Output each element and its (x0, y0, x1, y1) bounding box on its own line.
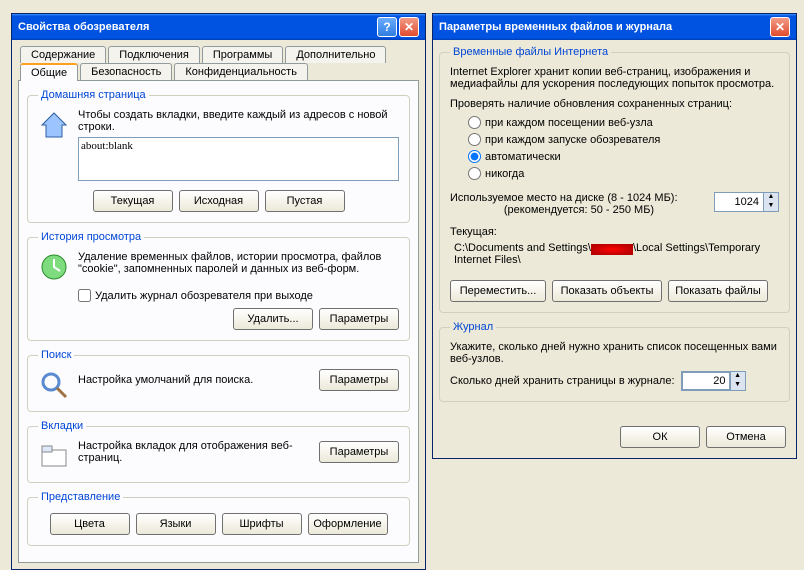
search-settings-button[interactable]: Параметры (319, 369, 399, 391)
days-spinner[interactable]: ▲▼ (681, 371, 746, 391)
radio-automatic-label: автоматически (485, 151, 561, 163)
days-input[interactable] (682, 372, 730, 390)
tabs-desc: Настройка вкладок для отображения веб-ст… (78, 440, 319, 464)
disk-space-input[interactable] (715, 193, 763, 211)
spin-up-icon[interactable]: ▲ (763, 193, 778, 202)
tabs-settings-button[interactable]: Параметры (319, 441, 399, 463)
history-desc: Удаление временных файлов, истории просм… (78, 251, 399, 275)
tab-content[interactable]: Содержание (20, 46, 106, 63)
use-default-button[interactable]: Исходная (179, 190, 259, 212)
search-group: Поиск Настройка умолчаний для поиска. Па… (27, 349, 410, 412)
view-objects-button[interactable]: Показать объекты (552, 280, 662, 302)
tab-general[interactable]: Общие (20, 63, 78, 81)
tabs-group: Вкладки Настройка вкладок для отображени… (27, 420, 410, 483)
spin-down-icon[interactable]: ▼ (763, 202, 778, 211)
tabs-icon (38, 440, 70, 472)
homepage-legend: Домашняя страница (38, 89, 149, 101)
temp-internet-files-group: Временные файлы Интернета Internet Explo… (439, 46, 790, 313)
homepage-desc: Чтобы создать вкладки, введите каждый из… (78, 109, 399, 133)
homepage-group: Домашняя страница Чтобы создать вкладки,… (27, 89, 410, 223)
days-label: Сколько дней хранить страницы в журнале: (450, 375, 675, 387)
temp-files-settings-dialog: Параметры временных файлов и журнала ✕ В… (432, 13, 797, 459)
cancel-button[interactable]: Отмена (706, 426, 786, 448)
history-icon (38, 251, 70, 283)
spin-up-icon[interactable]: ▲ (730, 372, 745, 381)
history-group: История просмотра Удаление временных фай… (27, 231, 410, 341)
tif-legend: Временные файлы Интернета (450, 46, 611, 58)
radio-every-visit-label: при каждом посещении веб-узла (485, 117, 653, 129)
close-icon[interactable]: ✕ (770, 17, 790, 37)
radio-every-start[interactable] (468, 133, 481, 146)
tab-advanced[interactable]: Дополнительно (285, 46, 386, 63)
radio-never[interactable] (468, 167, 481, 180)
accessibility-button[interactable]: Оформление (308, 513, 388, 535)
ok-button[interactable]: ОК (620, 426, 700, 448)
tab-security[interactable]: Безопасность (80, 63, 172, 81)
titlebar[interactable]: Параметры временных файлов и журнала ✕ (433, 14, 796, 40)
close-icon[interactable]: ✕ (399, 17, 419, 37)
help-icon[interactable]: ? (377, 17, 397, 37)
tab-connections[interactable]: Подключения (108, 46, 200, 63)
disk-space-label: Используемое место на диске (8 - 1024 МБ… (450, 192, 708, 204)
titlebar[interactable]: Свойства обозревателя ? ✕ (12, 14, 425, 40)
homepage-input[interactable]: about:blank (78, 137, 399, 181)
view-files-button[interactable]: Показать файлы (668, 280, 768, 302)
radio-never-label: никогда (485, 168, 524, 180)
move-folder-button[interactable]: Переместить... (450, 280, 546, 302)
journal-desc: Укажите, сколько дней нужно хранить спис… (450, 341, 779, 365)
history-legend: История просмотра (38, 231, 144, 243)
delete-on-exit-checkbox[interactable] (78, 289, 91, 302)
radio-every-visit[interactable] (468, 116, 481, 129)
tabs-legend: Вкладки (38, 420, 86, 432)
fonts-button[interactable]: Шрифты (222, 513, 302, 535)
tab-programs[interactable]: Программы (202, 46, 283, 63)
use-current-button[interactable]: Текущая (93, 190, 173, 212)
tab-privacy[interactable]: Конфиденциальность (174, 63, 308, 81)
search-icon (38, 369, 70, 401)
journal-legend: Журнал (450, 321, 496, 333)
appearance-group: Представление Цвета Языки Шрифты Оформле… (27, 491, 410, 546)
current-folder-label: Текущая: (450, 226, 779, 238)
colors-button[interactable]: Цвета (50, 513, 130, 535)
redacted-username: x (591, 244, 633, 255)
journal-group: Журнал Укажите, сколько дней нужно храни… (439, 321, 790, 402)
tif-desc: Internet Explorer хранит копии веб-стран… (450, 66, 779, 90)
dialog-title: Параметры временных файлов и журнала (439, 21, 672, 33)
disk-space-spinner[interactable]: ▲▼ (714, 192, 779, 212)
current-folder-path: C:\Documents and Settings\x\Local Settin… (454, 242, 779, 266)
search-desc: Настройка умолчаний для поиска. (78, 374, 253, 386)
radio-automatic[interactable] (468, 150, 481, 163)
disk-space-recommendation: (рекомендуется: 50 - 250 МБ) (450, 204, 708, 216)
use-blank-button[interactable]: Пустая (265, 190, 345, 212)
home-icon (38, 109, 70, 141)
delete-on-exit-label: Удалить журнал обозревателя при выходе (95, 290, 313, 302)
search-legend: Поиск (38, 349, 74, 361)
delete-history-button[interactable]: Удалить... (233, 308, 313, 330)
internet-options-dialog: Свойства обозревателя ? ✕ Содержание Под… (11, 13, 426, 570)
dialog-title: Свойства обозревателя (18, 21, 149, 33)
spin-down-icon[interactable]: ▼ (730, 381, 745, 390)
history-settings-button[interactable]: Параметры (319, 308, 399, 330)
languages-button[interactable]: Языки (136, 513, 216, 535)
appearance-legend: Представление (38, 491, 123, 503)
radio-every-start-label: при каждом запуске обозревателя (485, 134, 660, 146)
check-updates-label: Проверять наличие обновления сохраненных… (450, 98, 779, 110)
